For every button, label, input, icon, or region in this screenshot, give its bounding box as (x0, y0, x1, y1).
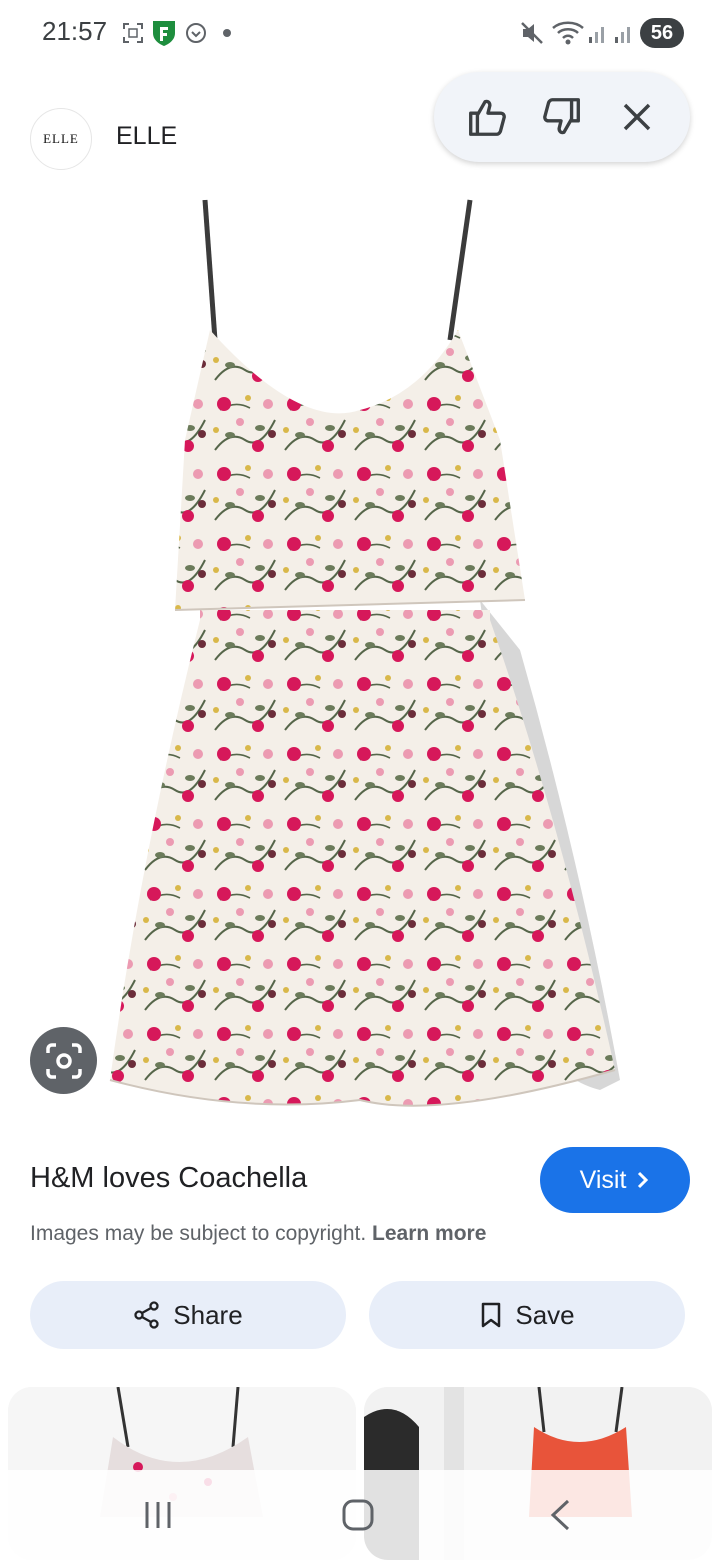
signal-icon (612, 18, 636, 48)
home-icon (342, 1499, 374, 1531)
thumbs-down-button[interactable] (537, 92, 587, 142)
copyright-text: Images may be subject to copyright. (30, 1222, 367, 1245)
share-icon (134, 1301, 159, 1329)
feedback-bar (434, 72, 690, 162)
share-button[interactable]: Share (30, 1281, 346, 1349)
navigation-bar (0, 1470, 720, 1560)
dot-icon (220, 18, 234, 48)
publisher-name[interactable]: ELLE (116, 122, 177, 151)
lens-button[interactable] (30, 1027, 97, 1094)
result-image[interactable] (0, 180, 720, 1120)
save-label: Save (515, 1299, 575, 1330)
publisher-logo[interactable]: ELLE (30, 108, 92, 170)
lens-icon (45, 1042, 82, 1079)
close-button[interactable] (612, 92, 662, 142)
copyright-notice: Images may be subject to copyright. Lear… (30, 1222, 486, 1246)
thumbs-up-icon (469, 99, 506, 136)
bookmark-icon (482, 1302, 501, 1328)
close-icon (623, 103, 651, 131)
save-button[interactable]: Save (369, 1281, 685, 1349)
back-button[interactable] (530, 1490, 590, 1540)
wifi-icon (550, 18, 586, 48)
battery-indicator: 56 (640, 18, 684, 48)
status-time: 21:57 (42, 16, 108, 46)
share-label: Share (173, 1299, 243, 1330)
learn-more-link[interactable]: Learn more (372, 1222, 486, 1245)
chevron-right-icon (638, 1171, 649, 1189)
result-title[interactable]: H&M loves Coachella (30, 1162, 307, 1195)
thumbs-up-button[interactable] (462, 92, 512, 142)
recents-button[interactable] (128, 1490, 188, 1540)
home-button[interactable] (328, 1490, 388, 1540)
recents-icon (145, 1502, 171, 1528)
sync-icon (183, 18, 209, 48)
signal-icon (586, 18, 610, 48)
back-icon (550, 1499, 570, 1531)
mute-icon (518, 18, 546, 48)
screenshot-icon (120, 18, 146, 48)
shield-app-icon (150, 18, 178, 48)
visit-button[interactable]: Visit (540, 1147, 690, 1213)
status-bar: 21:57 56 (0, 0, 720, 66)
thumbs-down-icon (543, 98, 580, 135)
visit-label: Visit (579, 1165, 627, 1194)
